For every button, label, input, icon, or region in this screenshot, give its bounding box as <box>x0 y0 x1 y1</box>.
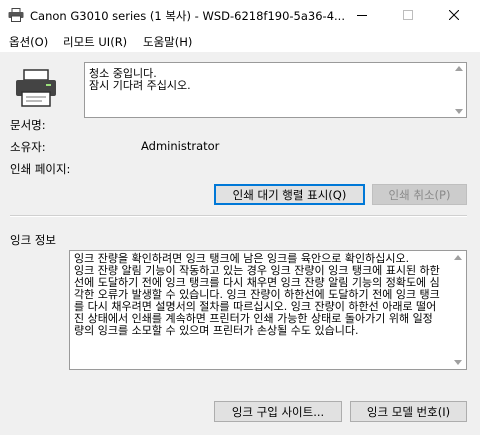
status-line: 잠시 기다려 주십시오. <box>89 79 191 92</box>
title-bar: Canon G3010 series (1 복사) - WSD-6218f190… <box>0 0 480 30</box>
document-name-label: 문서명: <box>10 118 46 132</box>
ink-purchase-site-button[interactable]: 잉크 구입 사이트... <box>214 401 342 422</box>
scroll-down-icon[interactable] <box>455 109 463 114</box>
minimize-button[interactable] <box>342 0 382 30</box>
show-print-queue-button[interactable]: 인쇄 대기 행렬 표시(Q) <box>214 184 365 205</box>
printer-icon <box>14 68 58 108</box>
minimize-icon <box>357 15 367 16</box>
maximize-icon <box>403 10 413 20</box>
menu-bar: 옵션(O) 리모트 UI(R) 도움말(H) <box>0 30 480 52</box>
close-button[interactable] <box>434 0 474 30</box>
close-icon <box>449 10 459 20</box>
ink-info-text: 잉크 잔량을 확인하려면 잉크 탱크에 남은 잉크를 육안으로 확인하십시오. … <box>74 253 442 337</box>
scroll-up-icon[interactable] <box>454 255 462 260</box>
maximize-button[interactable] <box>388 0 428 30</box>
printed-pages-label: 인쇄 페이지: <box>10 162 71 176</box>
printer-app-icon[interactable] <box>8 8 24 22</box>
divider <box>10 215 467 217</box>
owner-label: 소유자: <box>10 140 46 154</box>
status-message-box[interactable]: 청소 중입니다. 잠시 기다려 주십시오. <box>84 62 467 118</box>
scroll-down-icon[interactable] <box>454 360 462 365</box>
scroll-up-icon[interactable] <box>455 66 463 71</box>
owner-value: Administrator <box>141 139 220 153</box>
cancel-printing-button[interactable]: 인쇄 취소(P) <box>372 184 467 205</box>
window-title: Canon G3010 series (1 복사) - WSD-6218f190… <box>30 9 345 23</box>
menu-remote-ui[interactable]: 리모트 UI(R) <box>63 34 127 50</box>
ink-info-paragraph: 잉크 잔량 알림 기능이 작동하고 있는 경우 잉크 잔량이 잉크 탱크에 표시… <box>74 264 440 337</box>
ink-info-label: 잉크 정보 <box>10 233 56 247</box>
ink-info-box[interactable]: 잉크 잔량을 확인하려면 잉크 탱크에 남은 잉크를 육안으로 확인하십시오. … <box>69 250 467 370</box>
ink-model-number-button[interactable]: 잉크 모델 번호(I) <box>350 401 467 422</box>
menu-help[interactable]: 도움말(H) <box>143 34 192 50</box>
menu-options[interactable]: 옵션(O) <box>9 34 48 50</box>
